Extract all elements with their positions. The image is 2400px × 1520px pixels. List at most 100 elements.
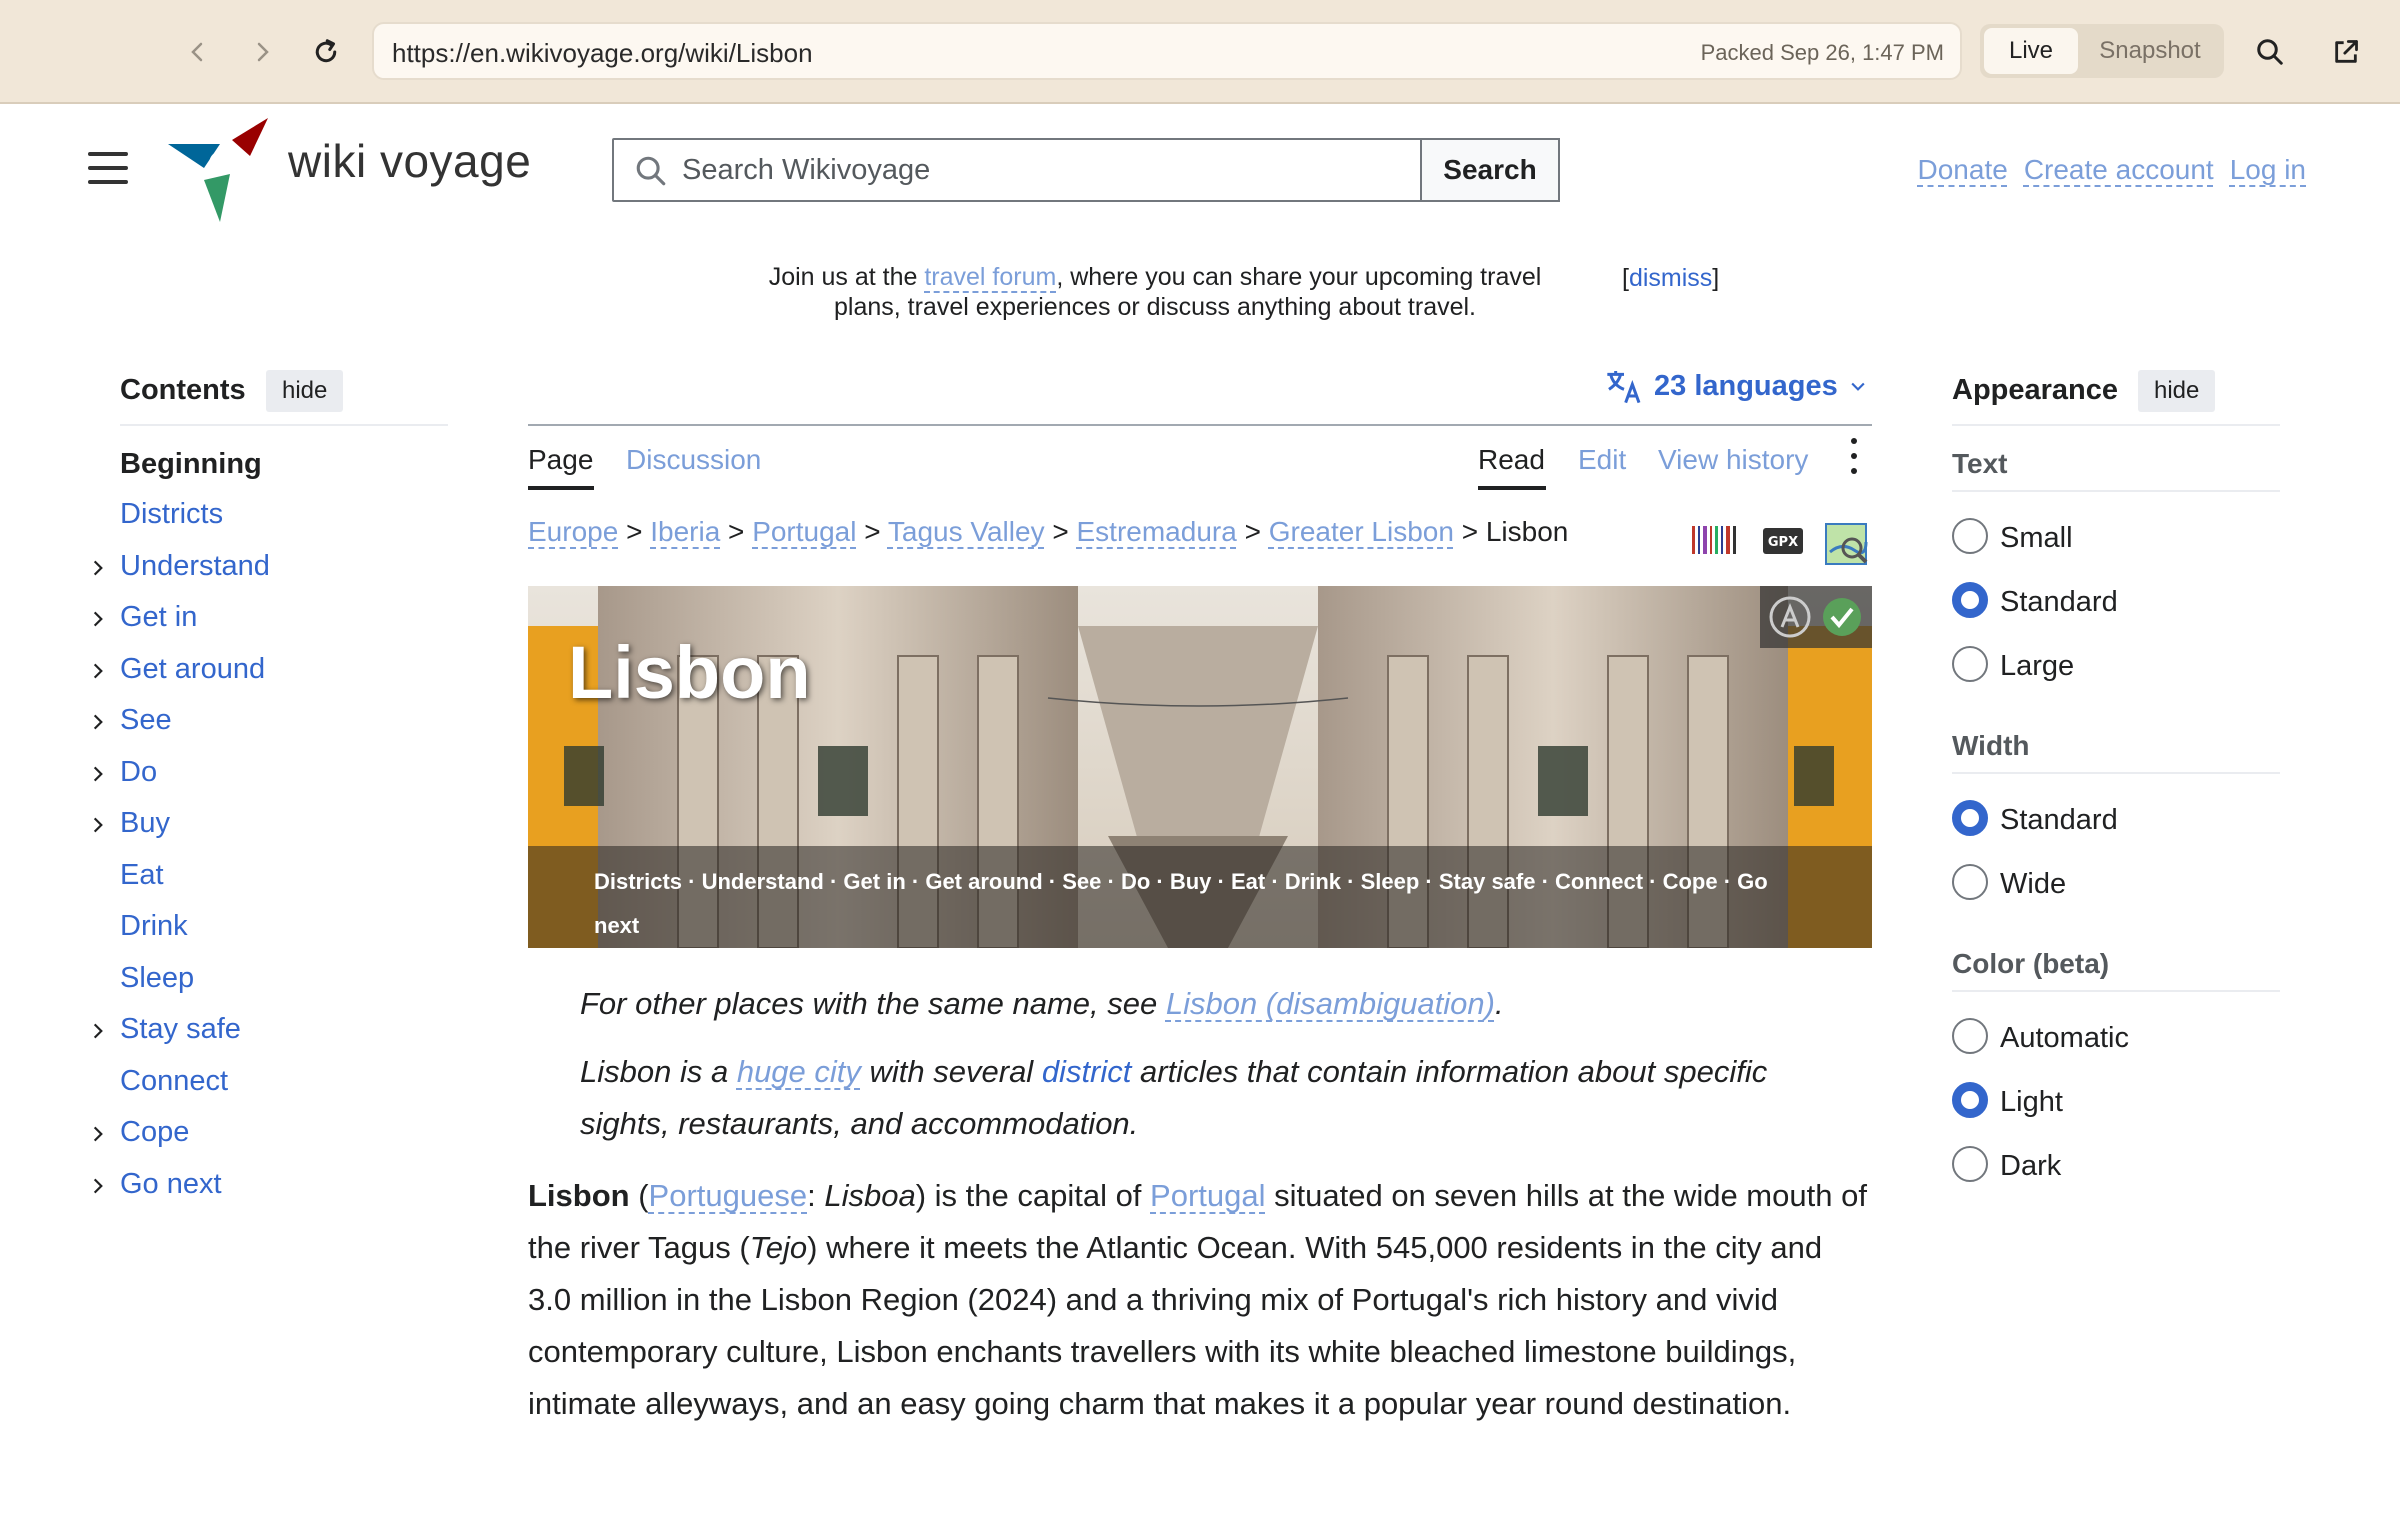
reload-button[interactable] <box>304 30 348 74</box>
banner-nav-sleep[interactable]: Sleep <box>1361 869 1420 894</box>
tab-view-history[interactable]: View history <box>1658 444 1808 476</box>
toc-item-connect[interactable]: Connect <box>120 1065 228 1098</box>
banner-nav-understand[interactable]: Understand <box>702 869 824 894</box>
radio-text-large[interactable] <box>1952 646 1988 682</box>
tab-discussion[interactable]: Discussion <box>626 444 761 476</box>
live-button[interactable]: Live <box>1984 28 2078 74</box>
toc-item-drink[interactable]: Drink <box>120 910 188 943</box>
toc-item-go-next[interactable]: Go next <box>120 1168 222 1201</box>
banner-nav-cope[interactable]: Cope <box>1663 869 1718 894</box>
banner-nav-get-around[interactable]: Get around <box>925 869 1042 894</box>
breadcrumb-portugal[interactable]: Portugal <box>752 516 856 547</box>
open-external-button[interactable] <box>2324 30 2368 74</box>
toc-item-sleep[interactable]: Sleep <box>120 962 194 995</box>
more-actions-button[interactable] <box>1848 438 1860 482</box>
url-text[interactable]: https://en.wikivoyage.org/wiki/Lisbon <box>392 38 813 69</box>
dismiss-link[interactable]: dismiss <box>1629 264 1712 292</box>
user-links: Donate Create account Log in <box>1918 154 2306 186</box>
radio-text-standard[interactable] <box>1952 582 1988 618</box>
featured-star-icon[interactable] <box>1768 595 1812 639</box>
chevron-right-icon[interactable] <box>88 1021 108 1041</box>
banner-nav-stay-safe[interactable]: Stay safe <box>1439 869 1536 894</box>
radio-color-automatic[interactable] <box>1952 1018 1988 1054</box>
chevron-right-icon[interactable] <box>88 1176 108 1196</box>
radio-width-standard[interactable] <box>1952 800 1988 836</box>
travel-forum-link[interactable]: travel forum <box>924 263 1056 291</box>
portuguese-link[interactable]: Portuguese <box>649 1178 808 1213</box>
banner-nav-see[interactable]: See <box>1062 869 1101 894</box>
browser-search-button[interactable] <box>2248 30 2292 74</box>
breadcrumb: Europe > Iberia > Portugal > Tagus Valle… <box>528 516 1568 548</box>
tab-page[interactable]: Page <box>528 444 593 476</box>
toc-item-stay-safe[interactable]: Stay safe <box>120 1013 241 1046</box>
forward-button[interactable] <box>240 30 284 74</box>
toc-item-eat[interactable]: Eat <box>120 859 164 892</box>
appearance-hide-button[interactable]: hide <box>2138 370 2216 412</box>
radio-color-light[interactable] <box>1952 1082 1988 1118</box>
wikivoyage-logo[interactable] <box>164 118 274 222</box>
tab-read-underline <box>1478 486 1546 490</box>
breadcrumb-greater-lisbon[interactable]: Greater Lisbon <box>1269 516 1454 547</box>
barcode-icon[interactable] <box>1690 522 1742 558</box>
breadcrumb-estremadura[interactable]: Estremadura <box>1077 516 1237 547</box>
login-link[interactable]: Log in <box>2230 154 2306 186</box>
banner-nav-buy[interactable]: Buy <box>1170 869 1212 894</box>
banner-nav-get-in[interactable]: Get in <box>843 869 905 894</box>
toc-item-cope[interactable]: Cope <box>120 1116 189 1149</box>
create-account-link[interactable]: Create account <box>2024 154 2214 186</box>
main-menu-button[interactable] <box>88 152 128 184</box>
tab-edit[interactable]: Edit <box>1578 444 1626 476</box>
wikivoyage-logo-icon <box>168 118 268 222</box>
search-input[interactable] <box>682 140 1412 200</box>
donate-link[interactable]: Donate <box>1918 154 2008 186</box>
chevron-right-icon <box>257 42 269 62</box>
hatnote-text: Lisbon is a <box>580 1054 737 1089</box>
packed-timestamp: Packed Sep 26, 1:47 PM <box>1700 40 1944 65</box>
breadcrumb-europe[interactable]: Europe <box>528 516 618 547</box>
radio-color-dark[interactable] <box>1952 1146 1988 1182</box>
hatnote-text: . <box>1494 986 1504 1021</box>
banner-nav-eat[interactable]: Eat <box>1231 869 1265 894</box>
toc-item-buy[interactable]: Buy <box>120 807 170 840</box>
label-color-dark: Dark <box>2000 1150 2062 1182</box>
disambiguation-link[interactable]: Lisbon (disambiguation) <box>1166 986 1495 1021</box>
toc-item-do[interactable]: Do <box>120 756 157 789</box>
radio-text-small[interactable] <box>1952 518 1988 554</box>
map-search-icon[interactable] <box>1824 522 1870 568</box>
chevron-right-icon[interactable] <box>88 1124 108 1144</box>
chevron-right-icon[interactable] <box>88 712 108 732</box>
checkmark-icon[interactable] <box>1820 595 1864 639</box>
toc-item-understand[interactable]: Understand <box>120 550 270 583</box>
banner-nav-districts[interactable]: Districts <box>594 869 682 894</box>
chevron-right-icon[interactable] <box>88 815 108 835</box>
banner-nav-connect[interactable]: Connect <box>1555 869 1643 894</box>
district-link[interactable]: district <box>1042 1054 1132 1089</box>
chevron-right-icon[interactable] <box>88 764 108 784</box>
radio-width-wide[interactable] <box>1952 864 1988 900</box>
toc-item-see[interactable]: See <box>120 704 172 737</box>
search-button[interactable]: Search <box>1420 138 1560 202</box>
address-bar[interactable]: https://en.wikivoyage.org/wiki/Lisbon Pa… <box>372 22 1962 80</box>
portugal-link[interactable]: Portugal <box>1150 1178 1265 1213</box>
snapshot-button[interactable]: Snapshot <box>2080 28 2220 74</box>
chevron-right-icon[interactable] <box>88 558 108 578</box>
tab-read[interactable]: Read <box>1478 444 1545 476</box>
toc-beginning[interactable]: Beginning <box>120 448 262 481</box>
toc-item-get-in[interactable]: Get in <box>120 601 197 634</box>
back-button[interactable] <box>176 30 220 74</box>
toc-item-districts[interactable]: Districts <box>120 498 223 531</box>
language-button[interactable]: 23 languages <box>1604 366 1868 406</box>
chevron-right-icon[interactable] <box>88 609 108 629</box>
banner-nav-drink[interactable]: Drink <box>1285 869 1341 894</box>
toc-hide-button[interactable]: hide <box>266 370 344 412</box>
huge-city-link[interactable]: huge city <box>737 1054 861 1089</box>
breadcrumb-tagus-valley[interactable]: Tagus Valley <box>888 516 1045 547</box>
breadcrumb-iberia[interactable]: Iberia <box>650 516 720 547</box>
chevron-right-icon[interactable] <box>88 661 108 681</box>
banner-nav-do[interactable]: Do <box>1121 869 1150 894</box>
banner-nav-separator: · <box>1101 869 1121 894</box>
banner-nav-separator: · <box>1341 869 1361 894</box>
label-text-large: Large <box>2000 650 2075 682</box>
toc-item-get-around[interactable]: Get around <box>120 653 265 686</box>
gpx-download-icon[interactable]: GPX <box>1762 522 1804 558</box>
